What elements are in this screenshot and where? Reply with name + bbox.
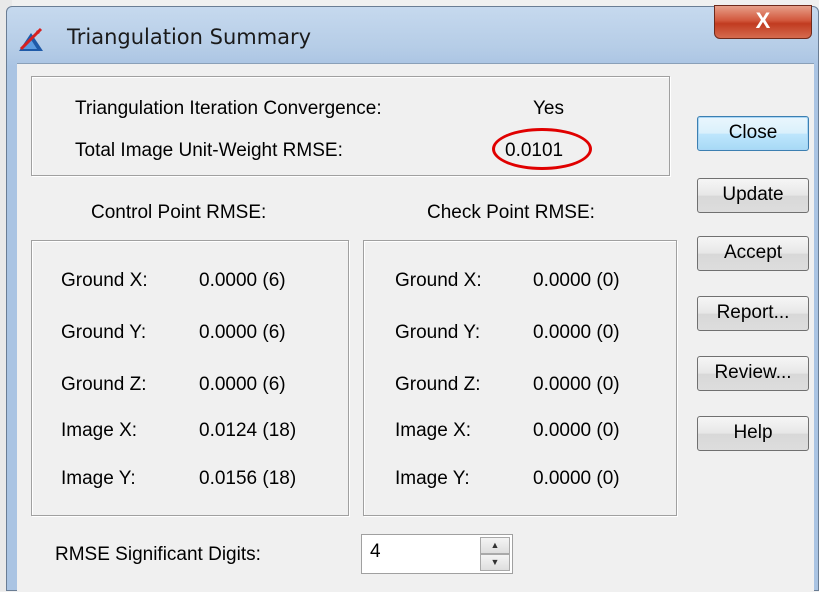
dialog-window: Triangulation Summary X Triangulation It…: [6, 5, 819, 592]
convergence-value: Yes: [533, 98, 564, 119]
check-row-value: 0.0000 (0): [533, 420, 620, 441]
check-row-value: 0.0000 (0): [533, 374, 620, 395]
triangulation-app-icon: [19, 27, 43, 51]
rmse-label: Total Image Unit-Weight RMSE:: [75, 140, 343, 161]
check-row-label: Ground X:: [395, 270, 482, 291]
significant-digits-spinner[interactable]: 4 ▲ ▼: [361, 534, 513, 574]
control-row-label: Image Y:: [61, 468, 136, 489]
accept-button[interactable]: Accept: [697, 236, 809, 271]
check-point-heading: Check Point RMSE:: [427, 202, 595, 223]
review-button[interactable]: Review...: [697, 356, 809, 391]
highlight-circle: [492, 128, 592, 170]
update-button[interactable]: Update: [697, 178, 809, 213]
title-bar[interactable]: Triangulation Summary X: [7, 5, 818, 63]
control-row-value: 0.0156 (18): [199, 468, 297, 489]
check-row-value: 0.0000 (0): [533, 322, 620, 343]
window-title: Triangulation Summary: [67, 25, 312, 49]
check-row-label: Ground Z:: [395, 374, 481, 395]
control-point-heading: Control Point RMSE:: [91, 202, 267, 223]
window-close-button[interactable]: X: [714, 5, 812, 39]
convergence-label: Triangulation Iteration Convergence:: [75, 98, 382, 119]
check-row-label: Ground Y:: [395, 322, 481, 343]
control-row-value: 0.0000 (6): [199, 270, 286, 291]
control-row-label: Ground X:: [61, 270, 148, 291]
control-row-label: Image X:: [61, 420, 138, 441]
spinner-buttons: ▲ ▼: [480, 537, 510, 571]
dialog-client-area: Triangulation Iteration Convergence: Yes…: [17, 63, 814, 592]
control-row-value: 0.0000 (6): [199, 322, 286, 343]
spin-down-arrow-icon[interactable]: ▼: [480, 554, 510, 571]
check-row-value: 0.0000 (0): [533, 468, 620, 489]
check-row-label: Image Y:: [395, 468, 470, 489]
check-row-label: Image X:: [395, 420, 472, 441]
significant-digits-label: RMSE Significant Digits:: [55, 544, 261, 565]
check-row-value: 0.0000 (0): [533, 270, 620, 291]
significant-digits-input[interactable]: 4: [370, 541, 381, 563]
control-row-value: 0.0124 (18): [199, 420, 297, 441]
report-button[interactable]: Report...: [697, 296, 809, 331]
help-button[interactable]: Help: [697, 416, 809, 451]
control-row-label: Ground Z:: [61, 374, 147, 395]
control-row-label: Ground Y:: [61, 322, 147, 343]
spin-up-arrow-icon[interactable]: ▲: [480, 537, 510, 554]
control-row-value: 0.0000 (6): [199, 374, 286, 395]
close-button[interactable]: Close: [697, 116, 809, 151]
